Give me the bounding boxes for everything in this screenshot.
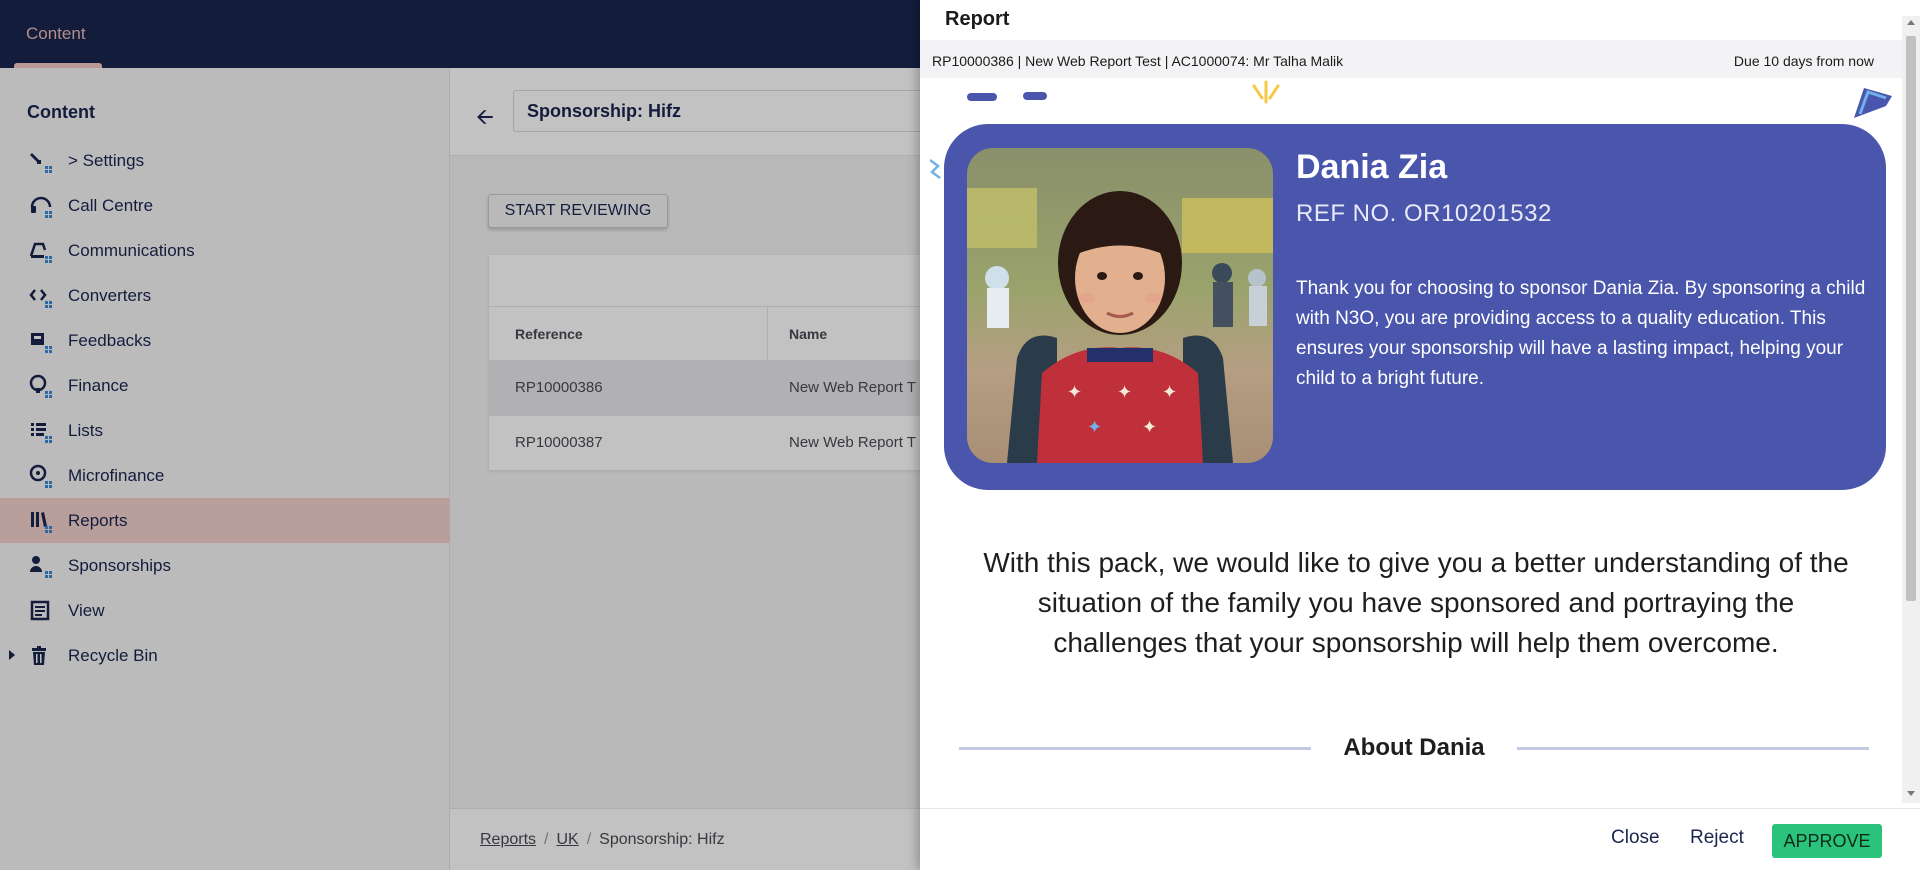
decorative-squiggle-icon [930,159,941,179]
decorative-dash [967,93,997,101]
report-summary: RP10000386 | New Web Report Test | AC100… [932,53,1344,69]
child-photo: ✦ ✦ ✦ ✦ ✦ [967,148,1273,463]
svg-text:✦: ✦ [1162,382,1177,403]
svg-text:✦: ✦ [1067,382,1082,403]
decorative-dash [1023,92,1047,100]
scroll-up-arrow-icon[interactable] [1907,20,1915,25]
dialog-subheader: RP10000386 | New Web Report Test | AC100… [920,40,1920,78]
reject-button[interactable]: Reject [1690,827,1744,849]
dialog-title: Report [945,8,1010,30]
child-reference: REF NO. OR10201532 [1296,200,1552,227]
modal-backdrop[interactable] [0,0,920,870]
svg-text:✦: ✦ [1087,417,1102,438]
scrollbar-thumb[interactable] [1906,36,1916,601]
svg-text:✦: ✦ [1117,382,1132,403]
svg-text:✦: ✦ [1142,417,1157,438]
child-hero-card: ✦ ✦ ✦ ✦ ✦ Dania Zia REF NO. OR10201532 T… [944,124,1886,490]
sunburst-icon [1252,80,1280,104]
about-section-heading: About Dania [930,728,1902,768]
thank-you-text: Thank you for choosing to sponsor Dania … [1296,278,1866,389]
intro-paragraph: With this pack, we would like to give yo… [983,547,1849,658]
divider-line [959,747,1311,750]
close-button[interactable]: Close [1611,827,1660,849]
child-name: Dania Zia [1296,148,1448,186]
preview-scrollbar[interactable] [1902,16,1920,803]
report-preview: ✦ ✦ ✦ ✦ ✦ Dania Zia REF NO. OR10201532 T… [930,78,1902,803]
divider-line [1517,747,1869,750]
approve-button[interactable]: APPROVE [1772,824,1882,858]
pencil-icon [1854,88,1892,118]
due-date: Due 10 days from now [1733,53,1874,69]
dialog-footer: Close Reject APPROVE [920,808,1920,870]
scroll-down-arrow-icon[interactable] [1907,791,1915,796]
about-title: About Dania [1343,734,1485,761]
report-dialog: Report RP10000386 | New Web Report Test … [920,0,1920,870]
